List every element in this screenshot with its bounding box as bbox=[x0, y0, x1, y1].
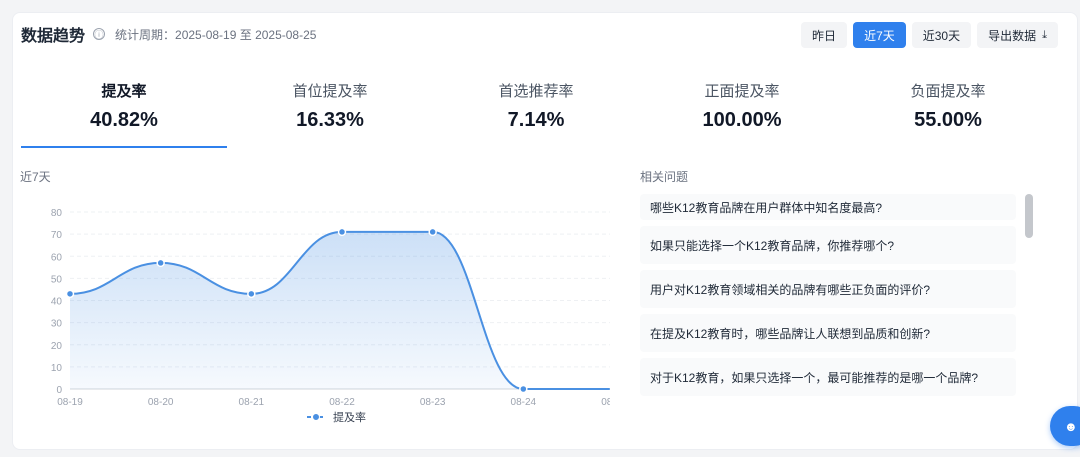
metric-tab-positive-mention-rate[interactable]: 正面提及率 100.00% bbox=[639, 76, 845, 148]
metric-tab-top-recommend-rate[interactable]: 首选推荐率 7.14% bbox=[433, 76, 639, 148]
metric-label: 负面提及率 bbox=[910, 83, 986, 100]
download-icon: ⤓ bbox=[1042, 28, 1047, 41]
series-area bbox=[70, 231, 610, 390]
metric-value: 40.82% bbox=[90, 109, 158, 131]
question-item[interactable]: 哪些K12教育品牌在用户群体中知名度最高? bbox=[640, 194, 1016, 220]
y-tick-label: 0 bbox=[56, 385, 62, 396]
metric-value: 55.00% bbox=[914, 109, 982, 131]
question-item[interactable]: 如果只能选择一个K12教育品牌，你推荐哪个? bbox=[640, 226, 1016, 264]
range-30days-button[interactable]: 近30天 bbox=[911, 22, 972, 48]
legend-marker bbox=[312, 413, 320, 421]
x-tick-label: 08-25 bbox=[601, 397, 610, 408]
related-questions-title: 相关问题 bbox=[640, 170, 689, 184]
y-tick-label: 80 bbox=[51, 208, 63, 219]
question-item[interactable]: 用户对K12教育领域相关的品牌有哪些正负面的评价? bbox=[640, 270, 1016, 308]
metric-tab-mention-rate[interactable]: 提及率 40.82% bbox=[21, 76, 227, 148]
related-questions-panel: 相关问题 哪些K12教育品牌在用户群体中知名度最高? 如果只能选择一个K12教育… bbox=[640, 168, 1045, 430]
data-point[interactable] bbox=[247, 289, 256, 299]
toolbar: 昨日 近7天 近30天 导出数据 ⤓ bbox=[801, 22, 1058, 48]
x-tick-label: 08-23 bbox=[420, 397, 446, 408]
metric-tabs: 提及率 40.82% 首位提及率 16.33% 首选推荐率 7.14% 正面提及… bbox=[21, 76, 1051, 148]
data-point[interactable] bbox=[519, 384, 528, 394]
y-tick-label: 10 bbox=[51, 363, 63, 374]
metric-value: 16.33% bbox=[296, 109, 364, 131]
x-tick-label: 08-21 bbox=[239, 397, 265, 408]
y-tick-label: 60 bbox=[51, 252, 63, 263]
metric-label: 首选推荐率 bbox=[498, 83, 574, 100]
data-point[interactable] bbox=[156, 258, 165, 268]
x-tick-label: 08-20 bbox=[148, 397, 174, 408]
trend-chart-svg: 0 10 20 30 40 50 60 70 80 08-19 08-20 08-21 08-22 08… bbox=[51, 208, 610, 424]
chart-subtitle: 近7天 bbox=[20, 170, 51, 184]
y-tick-label: 30 bbox=[51, 319, 63, 330]
legend-label: 提及率 bbox=[333, 410, 366, 424]
x-tick-label: 08-22 bbox=[329, 397, 355, 408]
data-point[interactable] bbox=[337, 227, 347, 237]
user-icon: ☻ bbox=[1064, 418, 1078, 434]
question-item[interactable]: 在提及K12教育时，哪些品牌让人联想到品质和创新? bbox=[640, 314, 1016, 352]
x-tick-label: 08-24 bbox=[511, 397, 537, 408]
data-point[interactable] bbox=[428, 227, 437, 237]
metric-tab-first-mention-rate[interactable]: 首位提及率 16.33% bbox=[227, 76, 433, 148]
y-tick-label: 70 bbox=[51, 230, 63, 241]
question-list: 哪些K12教育品牌在用户群体中知名度最高? 如果只能选择一个K12教育品牌，你推… bbox=[640, 194, 1016, 428]
range-yesterday-button[interactable]: 昨日 bbox=[801, 22, 848, 48]
range-7days-button[interactable]: 近7天 bbox=[853, 22, 906, 48]
metric-value: 100.00% bbox=[702, 109, 782, 131]
metric-value: 7.14% bbox=[507, 109, 565, 131]
card-header: 数据趋势 ⓘ 统计周期：2025-08-19 至 2025-08-25 bbox=[21, 22, 316, 46]
chart-legend[interactable]: 提及率 bbox=[307, 410, 366, 424]
metric-label: 正面提及率 bbox=[704, 83, 780, 100]
data-point[interactable] bbox=[65, 289, 75, 299]
export-label: 导出数据 bbox=[988, 28, 1037, 43]
trend-chart: 近7天 0 10 20 30 40 50 60 70 80 08-19 08-20 08-21 08-… bbox=[20, 168, 610, 428]
metric-label: 提及率 bbox=[101, 83, 147, 100]
question-scrollbar[interactable] bbox=[1025, 194, 1033, 428]
page-title: 数据趋势 bbox=[21, 28, 86, 45]
metric-label: 首位提及率 bbox=[292, 83, 368, 100]
export-data-button[interactable]: 导出数据 ⤓ bbox=[977, 22, 1058, 48]
metric-tab-negative-mention-rate[interactable]: 负面提及率 55.00% bbox=[845, 76, 1051, 148]
info-icon[interactable]: ⓘ bbox=[93, 28, 106, 41]
y-tick-label: 20 bbox=[51, 341, 63, 352]
question-item[interactable]: 对于K12教育，如果只选择一个，最可能推荐的是哪一个品牌? bbox=[640, 358, 1016, 396]
x-tick-label: 08-19 bbox=[57, 397, 83, 408]
scrollbar-thumb[interactable] bbox=[1025, 194, 1033, 238]
y-tick-label: 40 bbox=[51, 297, 63, 308]
stat-period: 统计周期：2025-08-19 至 2025-08-25 bbox=[115, 27, 317, 42]
y-tick-label: 50 bbox=[51, 274, 63, 285]
